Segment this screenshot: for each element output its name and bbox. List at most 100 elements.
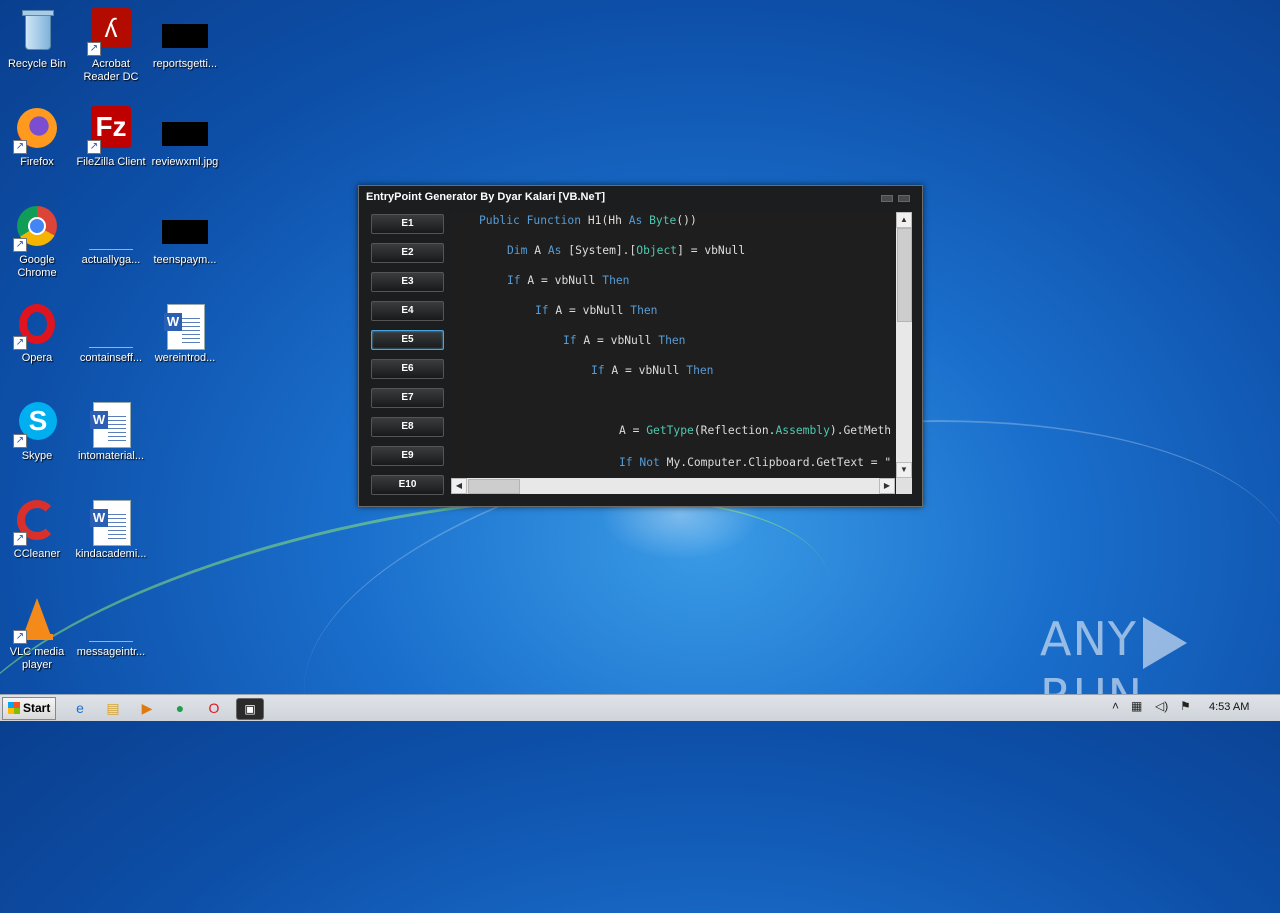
play-icon	[1142, 616, 1187, 669]
icon-label: kindacademi...	[75, 548, 147, 560]
icon-label: containseff...	[79, 352, 143, 364]
code-line: If A = vbNull Then	[591, 364, 714, 377]
desktop-icon-skype[interactable]: S ↗ Skype	[0, 400, 74, 463]
window-title: EntryPoint Generator By Dyar Kalari [VB.…	[366, 191, 606, 203]
blank-file-icon	[87, 596, 135, 644]
horizontal-scroll-thumb[interactable]	[468, 479, 520, 494]
e1-button[interactable]: E1	[371, 214, 444, 234]
taskbar: Start e ▤ ▶ ● O ▣ ˄ ▦ ◁) ⚑ 4:53 AM	[0, 694, 1280, 721]
desktop-icon-file[interactable]: containseff...	[74, 302, 148, 365]
icon-label: reportsgetti...	[152, 58, 218, 70]
e3-button[interactable]: E3	[371, 272, 444, 292]
icon-label: reviewxml.jpg	[151, 156, 219, 168]
code-line: If Not My.Computer.Clipboard.GetText = "	[619, 456, 892, 469]
show-hidden-icons-icon[interactable]: ˄	[1112, 699, 1119, 713]
start-button[interactable]: Start	[2, 697, 56, 720]
desktop-icon-file[interactable]: actuallyga...	[74, 204, 148, 267]
icon-label: wereintrod...	[154, 352, 216, 364]
e9-button[interactable]: E9	[371, 446, 444, 466]
scroll-up-icon[interactable]: ▲	[896, 212, 912, 228]
action-center-flag-icon[interactable]: ⚑	[1180, 699, 1191, 713]
vlc-cone-icon: ↗	[13, 596, 61, 644]
entrypoint-generator-window: EntryPoint Generator By Dyar Kalari [VB.…	[358, 185, 923, 507]
windows-logo-icon	[8, 702, 20, 714]
desktop-icon-vlc[interactable]: ↗ VLC media player	[0, 596, 74, 672]
desktop-icon-filezilla[interactable]: Fz ↗ FileZilla Client	[74, 106, 148, 169]
icon-label: FileZilla Client	[76, 156, 146, 168]
e2-button[interactable]: E2	[371, 243, 444, 263]
desktop-icon-word-doc[interactable]: W intomaterial...	[74, 400, 148, 463]
blank-file-icon	[87, 204, 135, 252]
vertical-scroll-thumb[interactable]	[897, 228, 912, 322]
black-thumbnail-icon	[161, 8, 209, 56]
icon-label: Opera	[21, 352, 53, 364]
desktop-icon-file[interactable]: reviewxml.jpg	[148, 106, 222, 169]
skype-icon: S ↗	[13, 400, 61, 448]
blank-file-icon	[87, 302, 135, 350]
horizontal-scrollbar[interactable]: ◀ ▶	[451, 478, 895, 494]
firefox-icon: ↗	[13, 106, 61, 154]
e10-button[interactable]: E10	[371, 475, 444, 495]
e7-button[interactable]: E7	[371, 388, 444, 408]
chrome-taskbar-icon[interactable]: ●	[170, 698, 190, 718]
e4-button[interactable]: E4	[371, 301, 444, 321]
desktop-icon-file[interactable]: reportsgetti...	[148, 8, 222, 71]
desktop-icon-recycle-bin[interactable]: Recycle Bin	[0, 8, 74, 71]
icon-label: actuallyga...	[81, 254, 141, 266]
filezilla-icon: Fz ↗	[87, 106, 135, 154]
internet-explorer-icon[interactable]: e	[70, 698, 90, 718]
volume-icon[interactable]: ◁)	[1155, 699, 1168, 713]
icon-label: Skype	[21, 450, 53, 462]
icon-label: messageintr...	[76, 646, 146, 658]
code-line: If A = vbNull Then	[507, 274, 630, 287]
recycle-bin-icon	[13, 8, 61, 56]
e8-button[interactable]: E8	[371, 417, 444, 437]
e5-button[interactable]: E5	[371, 330, 444, 350]
code-line: If A = vbNull Then	[535, 304, 658, 317]
icon-label: Recycle Bin	[7, 58, 67, 70]
desktop-icon-opera[interactable]: ↗ Opera	[0, 302, 74, 365]
scroll-left-icon[interactable]: ◀	[451, 478, 467, 494]
scrollbar-corner	[896, 478, 912, 494]
acrobat-icon: ʎ ↗	[87, 8, 135, 56]
icon-label: VLC media player	[9, 646, 65, 671]
close-button[interactable]	[898, 195, 910, 202]
e6-button[interactable]: E6	[371, 359, 444, 379]
file-explorer-icon[interactable]: ▤	[103, 698, 123, 718]
black-thumbnail-icon	[161, 204, 209, 252]
code-line: If A = vbNull Then	[563, 334, 686, 347]
vertical-scrollbar[interactable]: ▲ ▼	[896, 212, 912, 478]
code-line: A = GetType(Reflection.Assembly).GetMeth	[619, 424, 892, 437]
black-thumbnail-icon	[161, 106, 209, 154]
desktop-icon-word-doc[interactable]: W kindacademi...	[74, 498, 148, 561]
desktop-icon-ccleaner[interactable]: ↗ CCleaner	[0, 498, 74, 561]
desktop-icon-google-chrome[interactable]: ↗ Google Chrome	[0, 204, 74, 280]
start-label: Start	[23, 701, 51, 715]
chrome-icon: ↗	[13, 204, 61, 252]
scroll-right-icon[interactable]: ▶	[879, 478, 895, 494]
desktop-icon-firefox[interactable]: ↗ Firefox	[0, 106, 74, 169]
minimize-button[interactable]	[881, 195, 893, 202]
taskbar-clock[interactable]: 4:53 AM	[1209, 701, 1249, 713]
opera-taskbar-icon[interactable]: O	[204, 698, 224, 718]
network-icon[interactable]: ▦	[1131, 699, 1142, 713]
icon-label: CCleaner	[13, 548, 61, 560]
scroll-down-icon[interactable]: ▼	[896, 462, 912, 478]
code-line: Dim A As [System].[Object] = vbNull	[507, 244, 746, 257]
desktop-icon-file[interactable]: messageintr...	[74, 596, 148, 659]
word-document-icon: W	[161, 302, 209, 350]
icon-label: teenspaym...	[153, 254, 217, 266]
media-player-icon[interactable]: ▶	[137, 698, 157, 718]
opera-icon: ↗	[13, 302, 61, 350]
desktop-icon-word-doc[interactable]: W wereintrod...	[148, 302, 222, 365]
icon-label: Acrobat Reader DC	[83, 58, 139, 83]
word-document-icon: W	[87, 400, 135, 448]
entrypoint-generator-taskbar-icon[interactable]: ▣	[236, 698, 264, 720]
watermark-text-left: ANY	[1040, 612, 1137, 666]
desktop-icon-acrobat[interactable]: ʎ ↗ Acrobat Reader DC	[74, 8, 148, 84]
code-editor[interactable]: Public Function H1(Hh As Byte()) Dim A As…	[451, 212, 895, 478]
icon-label: intomaterial...	[77, 450, 145, 462]
word-document-icon: W	[87, 498, 135, 546]
desktop-icon-file[interactable]: teenspaym...	[148, 204, 222, 267]
code-line: Public Function H1(Hh As Byte())	[479, 214, 697, 227]
